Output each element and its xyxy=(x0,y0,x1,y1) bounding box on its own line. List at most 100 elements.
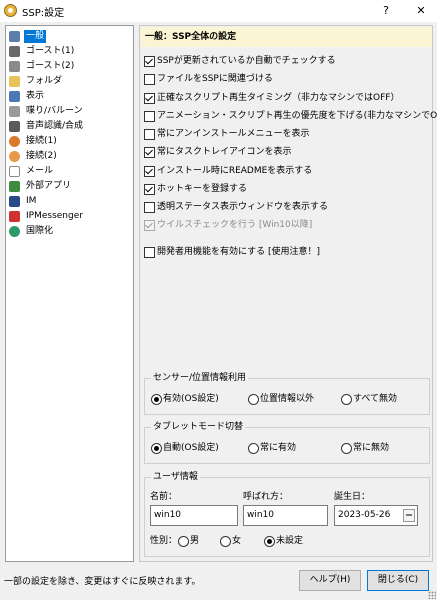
sidebar-item-label: 接続(2) xyxy=(26,151,57,161)
radio-dot[interactable] xyxy=(264,536,275,547)
radio-dot[interactable] xyxy=(341,443,352,454)
radio-label: 自動(OS設定) xyxy=(163,443,219,453)
group-title: センサー/位置情報利用 xyxy=(151,372,249,384)
radio-dot[interactable] xyxy=(151,443,162,454)
checkbox-box[interactable] xyxy=(144,74,155,85)
sidebar-item-mail[interactable]: メール xyxy=(8,164,132,179)
checkbox-label: 常にタスクトレイアイコンを表示 xyxy=(157,147,292,157)
network-icon xyxy=(9,136,20,147)
radio-dot[interactable] xyxy=(220,536,231,547)
gear-icon xyxy=(9,31,20,42)
settings-category-list[interactable]: 一般 ゴースト(1) ゴースト(2) フォルダ 表示 喋り/バルーン 音声認識/… xyxy=(5,25,134,562)
sidebar-item-ghost2[interactable]: ゴースト(2) xyxy=(8,59,132,74)
sidebar-item-ghost1[interactable]: ゴースト(1) xyxy=(8,44,132,59)
radio-label: 男 xyxy=(190,536,200,546)
panel-header: 一般：SSP全体の設定 xyxy=(141,27,432,47)
sidebar-item-ipmessenger[interactable]: IPMessenger xyxy=(8,209,132,224)
gender-label: 性別： xyxy=(150,536,178,546)
radio-label: 女 xyxy=(232,536,242,546)
birthday-date-picker[interactable]: 2023-05-26 xyxy=(334,505,418,526)
folder-icon xyxy=(9,76,20,87)
globe-icon xyxy=(9,226,20,237)
sidebar-item-voice[interactable]: 音声認識/合成 xyxy=(8,119,132,134)
sidebar-item-i18n[interactable]: 国際化 xyxy=(8,224,132,239)
checkbox-box[interactable] xyxy=(144,111,155,122)
radio-dot[interactable] xyxy=(178,536,189,547)
radio-label: 常に有効 xyxy=(260,443,297,453)
checkbox-box[interactable] xyxy=(144,93,155,104)
close-title-button[interactable]: ✕ xyxy=(408,2,434,20)
name-field[interactable]: win10 xyxy=(150,505,238,526)
checkbox-label: 正確なスクリプト再生タイミング（非力なマシンではOFF） xyxy=(157,93,400,103)
ipmessenger-icon xyxy=(9,211,20,222)
monitor-icon xyxy=(9,91,20,102)
checkbox-box[interactable] xyxy=(144,184,155,195)
sidebar-item-external-app[interactable]: 外部アプリ xyxy=(8,179,132,194)
sidebar-item-label: ゴースト(1) xyxy=(26,46,75,56)
sidebar-item-connection1[interactable]: 接続(1) xyxy=(8,134,132,149)
sensor-group: センサー/位置情報利用 有効(OS設定) 位置情報以外 すべて無効 xyxy=(144,372,430,415)
sidebar-item-label: IM xyxy=(26,196,37,206)
checkbox-label: インストール時にREADMEを表示する xyxy=(157,166,313,176)
nickname-field[interactable]: win10 xyxy=(243,505,328,526)
sidebar-item-display[interactable]: 表示 xyxy=(8,89,132,104)
sidebar-item-label: メール xyxy=(26,166,54,176)
sidebar-item-folder[interactable]: フォルダ xyxy=(8,74,132,89)
calendar-dropdown-icon[interactable] xyxy=(403,509,415,522)
sidebar-item-label: 接続(1) xyxy=(26,136,57,146)
tablet-mode-group: タブレットモード切替 自動(OS設定) 常に有効 常に無効 xyxy=(144,421,430,464)
sidebar-item-label: フォルダ xyxy=(26,76,63,86)
checkbox-box[interactable] xyxy=(144,202,155,213)
radio-label: 位置情報以外 xyxy=(260,394,315,404)
status-text: 一部の設定を除き、変更はすぐに反映されます。 xyxy=(4,577,201,587)
checkbox-box[interactable] xyxy=(144,147,155,158)
checkbox-box xyxy=(144,220,155,231)
network-icon xyxy=(9,151,20,162)
radio-label: 有効(OS設定) xyxy=(163,394,219,404)
settings-panel: 一般：SSP全体の設定 SSPが更新されているか自動でチェックする ファイルをS… xyxy=(139,25,437,562)
radio-label: 常に無効 xyxy=(353,443,390,453)
window-title: SSP:設定 xyxy=(22,8,65,19)
radio-dot[interactable] xyxy=(248,443,259,454)
group-title: ユーザ情報 xyxy=(151,471,200,483)
checkbox-box[interactable] xyxy=(144,166,155,177)
app-window-icon xyxy=(9,181,20,192)
sidebar-item-label: 一般 xyxy=(24,30,47,43)
sidebar-item-label: 国際化 xyxy=(26,226,54,236)
birthday-label: 誕生日： xyxy=(334,492,371,502)
sidebar-item-general[interactable]: 一般 xyxy=(8,29,132,44)
checkbox-label: ホットキーを登録する xyxy=(157,184,248,194)
sidebar-item-im[interactable]: IM xyxy=(8,194,132,209)
resize-grip-icon[interactable] xyxy=(428,591,436,599)
checkbox-label: 開発者用機能を有効にする [使用注意！] xyxy=(157,247,320,257)
im-icon xyxy=(9,196,20,207)
close-button[interactable]: 閉じる(C) xyxy=(367,570,429,591)
sidebar-item-label: 喋り/バルーン xyxy=(26,106,83,116)
radio-dot[interactable] xyxy=(151,394,162,405)
checkbox-label: ウイルスチェックを行う [Win10以降] xyxy=(157,220,313,230)
radio-dot[interactable] xyxy=(248,394,259,405)
sidebar-item-connection2[interactable]: 接続(2) xyxy=(8,149,132,164)
birthday-value: 2023-05-26 xyxy=(338,510,391,520)
radio-dot[interactable] xyxy=(341,394,352,405)
group-title: タブレットモード切替 xyxy=(151,421,246,433)
ghost-icon xyxy=(9,61,20,72)
checkbox-box[interactable] xyxy=(144,247,155,258)
speaker-icon xyxy=(9,121,20,132)
checkbox-box[interactable] xyxy=(144,56,155,67)
help-title-button[interactable]: ? xyxy=(373,2,399,20)
ghost-icon xyxy=(9,46,20,57)
checkbox-label: ファイルをSSPに関連づける xyxy=(157,74,273,84)
user-info-group: ユーザ情報 名前： win10 呼ばれ方： win10 誕生日： 2023-05… xyxy=(144,471,430,557)
checkbox-box[interactable] xyxy=(144,129,155,140)
checkbox-label: 透明ステータス表示ウィンドウを表示する xyxy=(157,202,329,212)
sidebar-item-label: 表示 xyxy=(26,91,45,101)
checkbox-label: 常にアンインストールメニューを表示 xyxy=(157,129,310,139)
sidebar-item-label: IPMessenger xyxy=(26,211,83,221)
nickname-label: 呼ばれ方： xyxy=(243,492,289,502)
title-bar: SSP:設定 ? ✕ xyxy=(0,0,437,22)
name-label: 名前： xyxy=(150,492,178,502)
sidebar-item-balloon[interactable]: 喋り/バルーン xyxy=(8,104,132,119)
sidebar-item-label: 外部アプリ xyxy=(26,181,72,191)
help-button[interactable]: ヘルプ(H) xyxy=(299,570,361,591)
